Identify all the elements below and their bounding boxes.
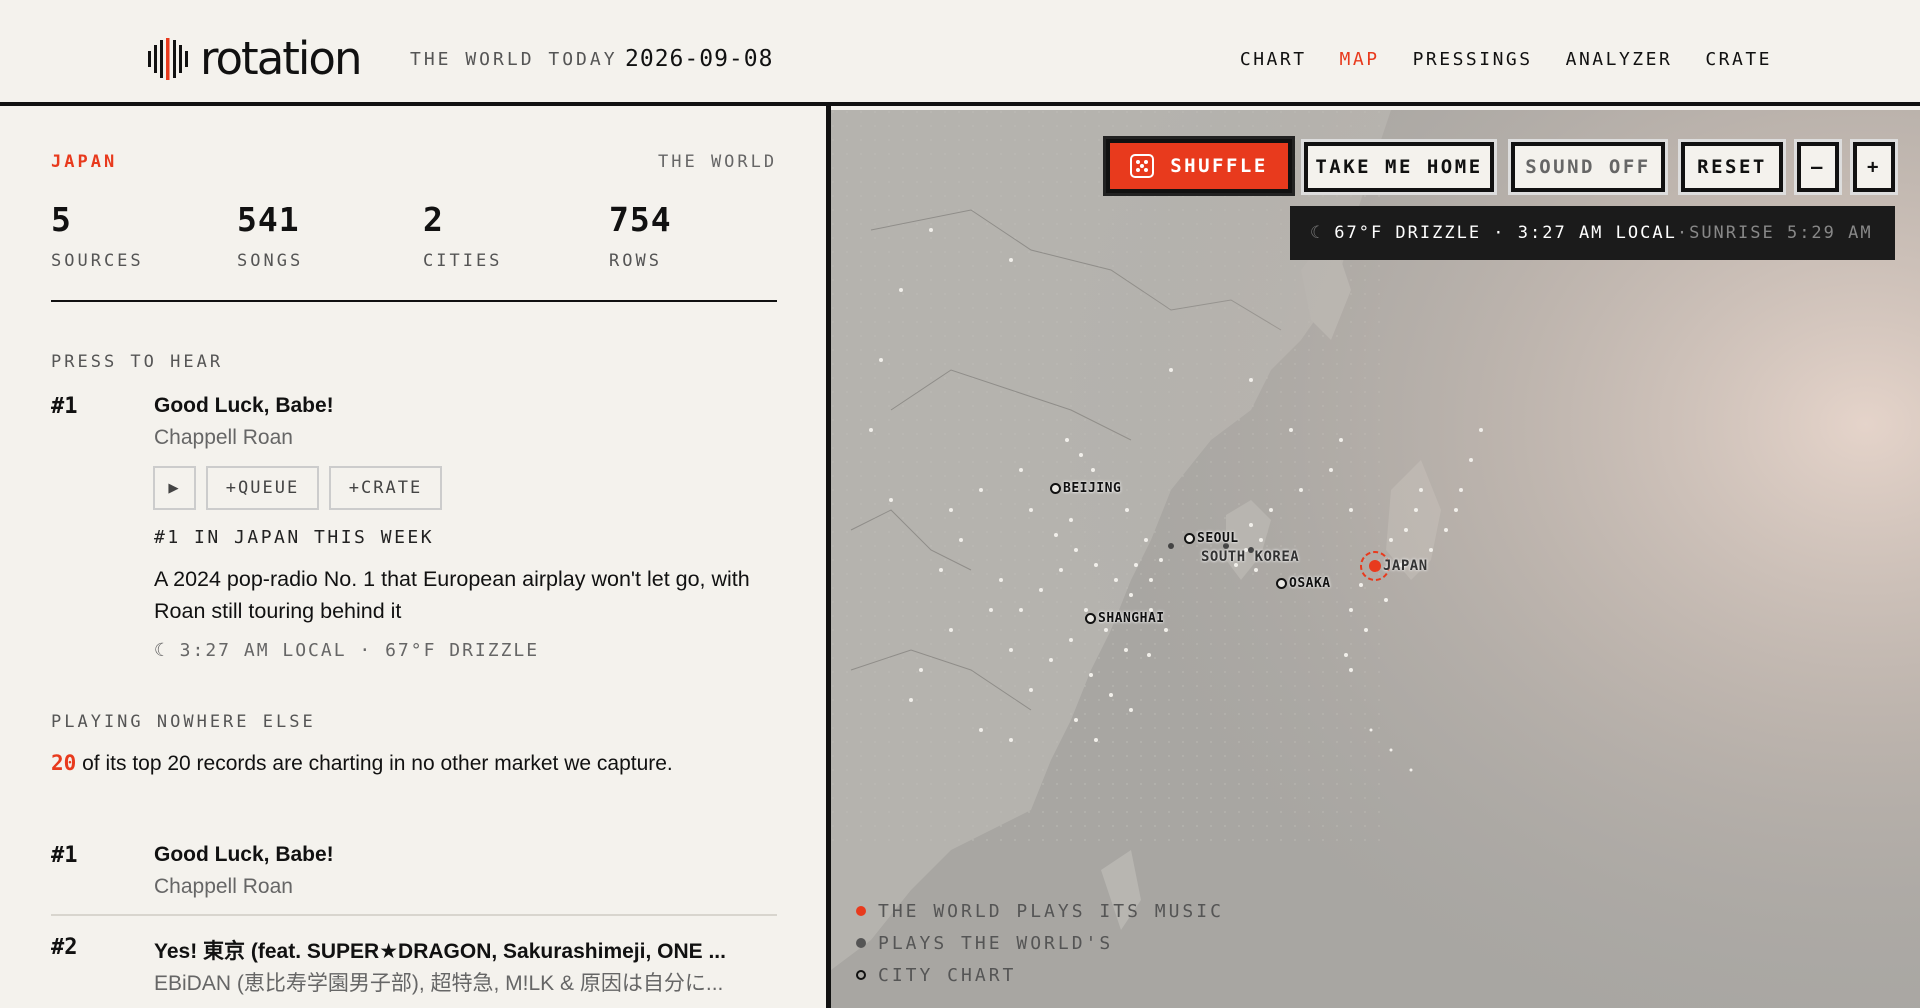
legend-item: THE WORLD PLAYS ITS MUSIC (856, 895, 1224, 927)
moon-icon: ☾ (1310, 223, 1323, 243)
shuffle-label: SHUFFLE (1170, 155, 1268, 177)
legend-item: PLAYS THE WORLD'S (856, 927, 1224, 959)
list-rank: #2 (51, 935, 78, 960)
city-label-shanghai[interactable]: SHANGHAI (1098, 611, 1165, 626)
city-marker[interactable] (1276, 578, 1287, 589)
dice-icon (1130, 154, 1155, 178)
stat-label: ROWS (609, 251, 662, 271)
list-title[interactable]: Good Luck, Babe! (154, 843, 334, 867)
world-map[interactable]: BEIJING SEOUL SOUTH KOREA JAPAN OSAKA SH… (831, 110, 1920, 1008)
stat-label: CITIES (423, 251, 503, 271)
stat-value: 541 (237, 200, 300, 239)
legend-dot-red-icon (856, 906, 866, 916)
zoom-in-button[interactable]: + (1853, 142, 1895, 192)
featured-title[interactable]: Good Luck, Babe! (154, 394, 334, 418)
nowhere-summary: 20 of its top 20 records are charting in… (51, 747, 731, 780)
playing-nowhere-else-heading: PLAYING NOWHERE ELSE (51, 712, 316, 732)
nav-analyzer[interactable]: ANALYZER (1566, 49, 1673, 70)
featured-artist[interactable]: Chappell Roan (154, 426, 293, 450)
weather-main: 67°F DRIZZLE · 3:27 AM LOCAL (1334, 223, 1677, 243)
list-artist[interactable]: Chappell Roan (154, 875, 293, 899)
nowhere-text: of its top 20 records are charting in no… (76, 752, 673, 775)
stat-value: 2 (423, 200, 444, 239)
stat-label: SOURCES (51, 251, 144, 271)
list-title[interactable]: Yes! 東京 (feat. SUPER★DRAGON, Sakurashime… (154, 935, 754, 965)
chart-position-note: #1 IN JAPAN THIS WEEK (154, 527, 435, 548)
stat-cities: 2 CITIES (423, 200, 502, 271)
play-button[interactable]: ▶ (153, 466, 196, 510)
list-divider (51, 914, 777, 916)
nowhere-count: 20 (51, 751, 77, 775)
reset-button[interactable]: RESET (1681, 142, 1783, 192)
map-legend: THE WORLD PLAYS ITS MUSIC PLAYS THE WORL… (856, 895, 1224, 991)
stat-label: SONGS (237, 251, 304, 271)
world-scope-link[interactable]: THE WORLD (658, 152, 777, 172)
country-label-japan[interactable]: JAPAN (1383, 558, 1428, 574)
add-to-queue-button[interactable]: +QUEUE (206, 466, 319, 510)
japan-marker (1369, 560, 1381, 572)
featured-blurb: A 2024 pop-radio No. 1 that European air… (154, 567, 750, 623)
main-nav: CHART MAP PRESSINGS ANALYZER CRATE (1240, 49, 1772, 70)
weather-separator: · (1676, 223, 1690, 243)
legend-item: CITY CHART (856, 959, 1224, 991)
stats-row: 5 SOURCES 541 SONGS 2 CITIES 754 ROWS (51, 200, 777, 302)
legend-label: PLAYS THE WORLD'S (878, 932, 1114, 954)
city-marker[interactable] (1184, 533, 1195, 544)
stat-rows: 754 ROWS (609, 200, 672, 271)
stat-value: 5 (51, 200, 72, 239)
nav-crate[interactable]: CRATE (1705, 49, 1772, 70)
nav-pressings[interactable]: PRESSINGS (1413, 49, 1533, 70)
featured-rank: #1 (51, 394, 78, 419)
list-artist[interactable]: EBiDAN (恵比寿学園男子部), 超特急, M!LK & 原因は自分に... (154, 967, 754, 997)
city-label-osaka[interactable]: OSAKA (1289, 576, 1331, 591)
press-to-hear-heading: PRESS TO HEAR (51, 352, 224, 372)
legend-ring-icon (856, 970, 866, 980)
legend-dot-dark-icon (856, 938, 866, 948)
stat-value: 754 (609, 200, 672, 239)
weather-bar: ☾ 67°F DRIZZLE · 3:27 AM LOCAL · SUNRISE… (1290, 206, 1895, 260)
stat-songs: 541 SONGS (237, 200, 303, 271)
shuffle-button[interactable]: SHUFFLE (1106, 139, 1292, 193)
city-label-seoul[interactable]: SEOUL (1197, 531, 1239, 546)
city-label-beijing[interactable]: BEIJING (1063, 481, 1121, 496)
city-marker[interactable] (1085, 613, 1096, 624)
take-me-home-button[interactable]: TAKE ME HOME (1304, 142, 1494, 192)
nav-chart[interactable]: CHART (1240, 49, 1307, 70)
country-scope: JAPAN (51, 152, 118, 172)
list-rank: #1 (51, 843, 78, 868)
nav-map[interactable]: MAP (1340, 49, 1380, 70)
legend-label: CITY CHART (878, 964, 1017, 986)
stat-sources: 5 SOURCES (51, 200, 144, 271)
featured-actions: ▶ +QUEUE +CRATE (153, 466, 442, 510)
sunrise-time: SUNRISE 5:29 AM (1689, 223, 1873, 243)
local-time-weather: ☾ 3:27 AM LOCAL · 67°F DRIZZLE (154, 640, 540, 661)
add-to-crate-button[interactable]: +CRATE (329, 466, 442, 510)
city-marker[interactable] (1050, 483, 1061, 494)
zoom-out-button[interactable]: – (1797, 142, 1839, 192)
sound-toggle-button[interactable]: SOUND OFF (1511, 142, 1665, 192)
country-label-south-korea[interactable]: SOUTH KOREA (1201, 549, 1299, 565)
legend-label: THE WORLD PLAYS ITS MUSIC (878, 900, 1224, 922)
